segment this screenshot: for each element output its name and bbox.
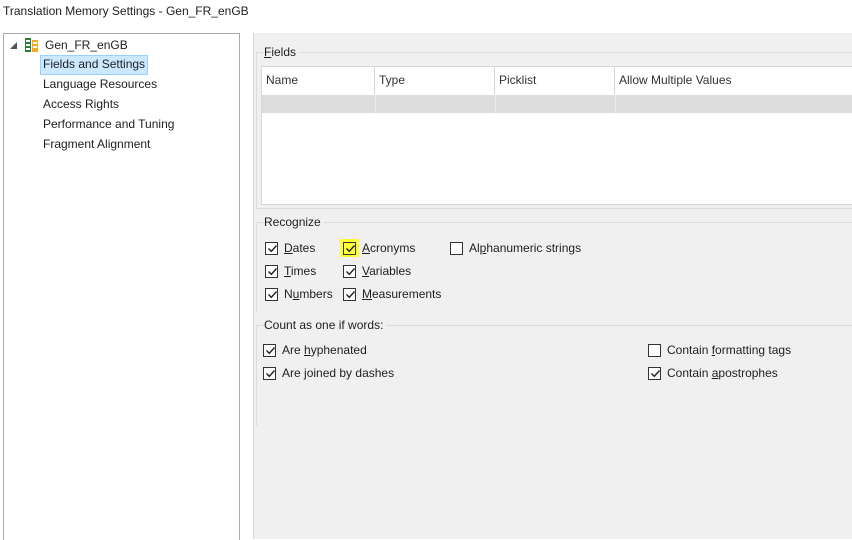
label-rest: imes — [290, 264, 317, 278]
times-label: Times — [284, 264, 316, 278]
acronyms-label: Acronyms — [362, 241, 415, 255]
cell-divider — [495, 95, 496, 113]
label-rest: ates — [292, 241, 316, 255]
title-bar: Translation Memory Settings - Gen_FR_enG… — [0, 0, 852, 26]
label-pre: Al — [469, 241, 480, 255]
fields-group-title: Fields — [264, 45, 300, 59]
checkbox-box[interactable] — [343, 265, 356, 278]
mnemonic: h — [304, 343, 311, 357]
recognize-group-title: Recognize — [264, 215, 324, 229]
count-group-title: Count as one if words: — [264, 318, 387, 332]
variables-label: Variables — [362, 264, 411, 278]
column-header-picklist[interactable]: Picklist — [495, 67, 615, 94]
tree-root-label: Gen_FR_enGB — [45, 38, 128, 52]
mnemonic: M — [362, 287, 372, 301]
window-title: Translation Memory Settings - Gen_FR_enG… — [3, 4, 249, 18]
checkbox-box[interactable] — [648, 367, 661, 380]
label-rest: easurements — [372, 287, 442, 301]
dates-label: Dates — [284, 241, 315, 255]
label-rest: ormatting tags — [715, 343, 792, 357]
fields-grid[interactable]: Name Type Picklist Allow Multiple Values — [261, 66, 852, 205]
contain-apostrophes-label: Contain apostrophes — [667, 366, 778, 380]
label-rest: yphenated — [310, 343, 367, 357]
mnemonic: A — [362, 241, 371, 255]
numbers-label: Numbers — [284, 287, 333, 301]
fields-title-rest: ields — [271, 45, 297, 59]
translation-memory-icon — [25, 38, 38, 52]
fields-grid-header: Name Type Picklist Allow Multiple Values — [262, 67, 852, 94]
label-rest: postrophes — [718, 366, 778, 380]
checkbox-box[interactable] — [648, 344, 661, 357]
measurements-label: Measurements — [362, 287, 441, 301]
mnemonic: T — [284, 264, 291, 278]
checkbox-box[interactable] — [263, 367, 276, 380]
checkmark-icon — [651, 370, 661, 378]
checkbox-box[interactable] — [343, 288, 356, 301]
label-rest: oined by dashes — [306, 366, 395, 380]
checkmark-icon — [346, 291, 356, 299]
label-pre: N — [284, 287, 293, 301]
tree-item-performance-and-tuning[interactable]: Performance and Tuning — [40, 115, 177, 135]
checkbox-box[interactable] — [265, 242, 278, 255]
label-rest: hanumeric strings — [486, 241, 582, 255]
checkmark-icon — [268, 268, 278, 276]
label-rest: cronyms — [370, 241, 416, 255]
cell-divider — [615, 95, 616, 113]
settings-content: Fields Name Type Picklist Allow Multiple… — [253, 33, 852, 539]
settings-tree[interactable]: Gen_FR_enGB Fields and Settings Language… — [3, 33, 240, 540]
checkmark-icon — [266, 370, 276, 378]
checkbox-box[interactable] — [343, 242, 356, 255]
checkmark-icon — [346, 245, 356, 253]
label-pre: Are — [282, 366, 305, 380]
label-rest: ariables — [369, 264, 412, 278]
contain-formatting-tags-label: Contain formatting tags — [667, 343, 791, 357]
checkbox-box[interactable] — [265, 265, 278, 278]
column-header-type[interactable]: Type — [375, 67, 495, 94]
tree-item-fields-and-settings[interactable]: Fields and Settings — [40, 55, 149, 75]
checkbox-box[interactable] — [265, 288, 278, 301]
label-pre: Are — [282, 343, 305, 357]
checkmark-icon — [266, 347, 276, 355]
label-rest: mbers — [299, 287, 333, 301]
mnemonic: D — [284, 241, 293, 255]
table-row[interactable] — [262, 95, 852, 113]
alphanumeric-strings-label: Alphanumeric strings — [469, 241, 581, 255]
tree-item-access-rights[interactable]: Access Rights — [40, 95, 122, 115]
column-header-allow-multiple-values[interactable]: Allow Multiple Values — [615, 67, 852, 94]
column-header-name[interactable]: Name — [262, 67, 375, 94]
checkmark-icon — [268, 291, 278, 299]
cell-divider — [375, 95, 376, 113]
collapse-arrow-icon[interactable] — [10, 42, 18, 50]
checkbox-box[interactable] — [450, 242, 463, 255]
are-joined-by-dashes-label: Are joined by dashes — [282, 366, 394, 380]
checkbox-box[interactable] — [263, 344, 276, 357]
are-hyphenated-label: Are hyphenated — [282, 343, 367, 357]
label-pre: Contain — [667, 343, 712, 357]
label-pre: Contain — [667, 366, 712, 380]
checkmark-icon — [346, 268, 356, 276]
checkmark-icon — [268, 245, 278, 253]
tree-item-language-resources[interactable]: Language Resources — [40, 75, 160, 95]
tree-item-fragment-alignment[interactable]: Fragment Alignment — [40, 135, 153, 155]
